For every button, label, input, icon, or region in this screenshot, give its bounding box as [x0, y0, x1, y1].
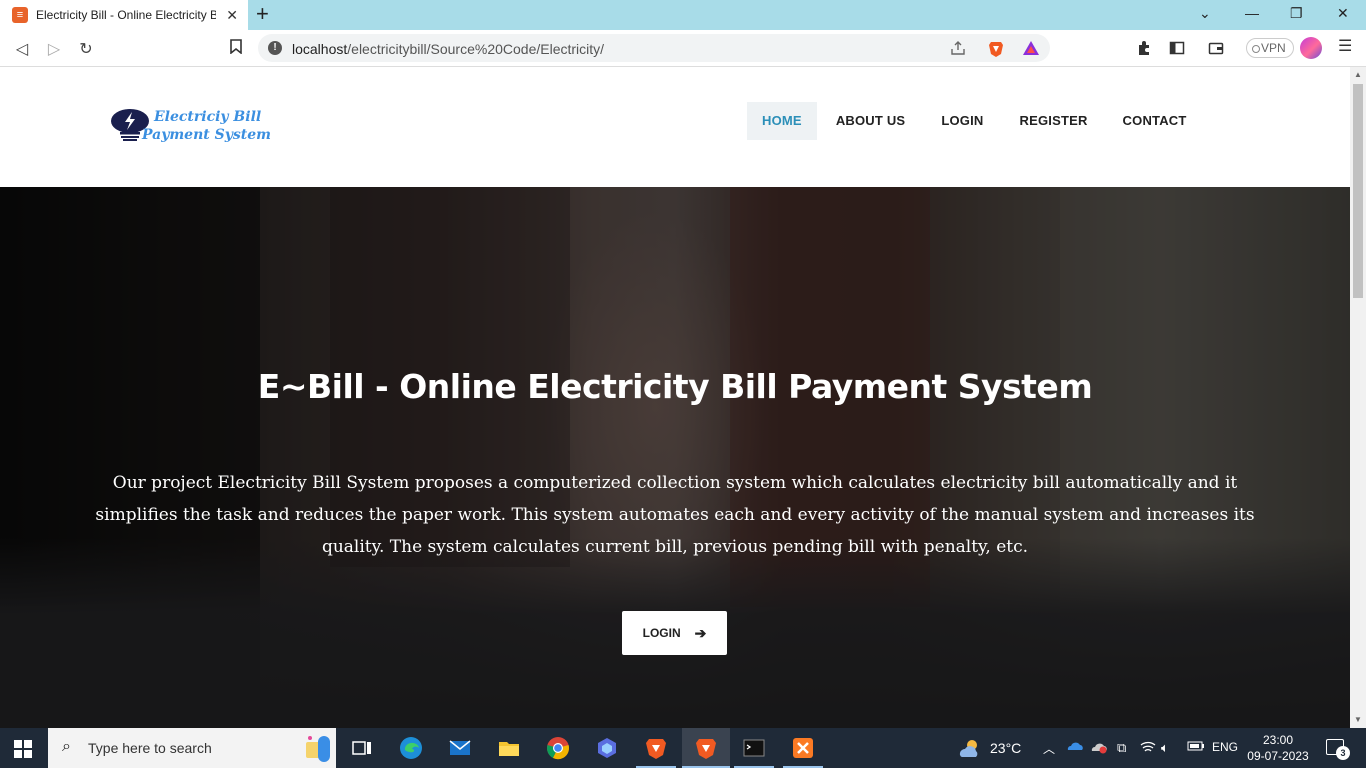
chrome-icon[interactable] [546, 736, 570, 760]
wallet-icon[interactable] [1208, 40, 1224, 56]
close-window-icon[interactable]: ✕ [1337, 5, 1349, 22]
hero-banner: E~Bill - Online Electricity Bill Payment… [0, 187, 1350, 728]
browser-tab-strip: ≡ Electricity Bill - Online Electricity … [0, 0, 1366, 30]
back-icon[interactable]: ◁ [12, 39, 32, 59]
close-tab-icon[interactable]: ✕ [226, 7, 238, 24]
brave-shield-icon[interactable] [988, 40, 1004, 57]
main-nav: HOME ABOUT US LOGIN REGISTER CONTACT [747, 102, 1202, 140]
scroll-down-icon[interactable]: ▼ [1354, 715, 1362, 724]
copilot-icon[interactable] [595, 736, 619, 760]
hero-login-label: LOGIN [642, 626, 681, 640]
logo-text-line1: Electriciy Bill [154, 109, 262, 125]
search-highlight-icon [306, 736, 330, 762]
scrollbar-thumb[interactable] [1353, 84, 1363, 298]
wifi-icon[interactable] [1140, 740, 1156, 757]
forward-icon[interactable]: ▷ [44, 39, 64, 59]
browser-menu-icon[interactable]: ☰ [1338, 36, 1352, 56]
nav-login[interactable]: LOGIN [926, 102, 998, 140]
brave-rewards-icon[interactable] [1022, 40, 1039, 56]
brave-active-window-icon[interactable] [694, 736, 718, 760]
page-scrollbar[interactable]: ▲ ▼ [1350, 67, 1366, 728]
site-header: Electriciy Bill Payment System HOME ABOU… [0, 67, 1350, 187]
edge-browser-icon[interactable] [399, 736, 423, 760]
scroll-up-icon[interactable]: ▲ [1354, 70, 1362, 79]
notification-center-icon[interactable]: 3 [1326, 739, 1350, 760]
language-indicator[interactable]: ENG [1212, 740, 1238, 754]
taskbar-clock[interactable]: 23:00 09-07-2023 [1246, 732, 1310, 764]
nav-about-us[interactable]: ABOUT US [821, 102, 921, 140]
weather-temperature[interactable]: 23°C [990, 740, 1021, 756]
reload-icon[interactable]: ↻ [76, 39, 96, 59]
file-explorer-icon[interactable] [497, 736, 521, 760]
url-text: localhost/electricitybill/Source%20Code/… [292, 41, 605, 57]
hero-title: E~Bill - Online Electricity Bill Payment… [257, 367, 1093, 406]
tab-title: Electricity Bill - Online Electricity Bi… [36, 8, 216, 22]
onedrive-icon[interactable] [1066, 740, 1084, 755]
browser-tab[interactable]: ≡ Electricity Bill - Online Electricity … [0, 0, 248, 30]
share-icon[interactable] [950, 40, 966, 56]
vpn-button[interactable]: VPN [1246, 38, 1294, 58]
battery-icon[interactable] [1187, 740, 1205, 755]
site-logo[interactable]: Electriciy Bill Payment System [110, 107, 280, 147]
address-bar[interactable]: ! localhost/electricitybill/Source%20Cod… [258, 34, 1050, 62]
hero-description: Our project Electricity Bill System prop… [95, 473, 1255, 557]
taskbar-search-box[interactable]: ⌕ Type here to search [48, 728, 336, 768]
logo-text-line2: Payment System [142, 127, 271, 143]
tab-search-chevron-icon[interactable]: ⌄ [1199, 5, 1211, 22]
profile-avatar-icon[interactable] [1300, 37, 1322, 59]
task-view-icon[interactable] [350, 736, 374, 760]
search-icon: ⌕ [62, 738, 71, 755]
windows-start-icon[interactable] [14, 740, 32, 758]
browser-toolbar: ◁ ▷ ↻ ! localhost/electricitybill/Source… [0, 30, 1366, 67]
show-hidden-icons-icon[interactable]: ︿ [1043, 740, 1055, 757]
web-page: Electriciy Bill Payment System HOME ABOU… [0, 67, 1350, 728]
site-favicon-icon: ≡ [12, 7, 28, 23]
sidebar-icon[interactable] [1169, 40, 1185, 56]
cloud-error-icon[interactable] [1090, 740, 1108, 757]
terminal-icon[interactable] [742, 736, 766, 760]
nav-home[interactable]: HOME [747, 102, 817, 140]
clock-time: 23:00 [1262, 733, 1294, 747]
site-info-icon[interactable]: ! [268, 41, 282, 55]
volume-icon[interactable]: 🔈︎ [1161, 740, 1169, 756]
xampp-icon[interactable] [791, 736, 815, 760]
nav-contact[interactable]: CONTACT [1108, 102, 1202, 140]
meet-now-icon[interactable]: ⧉ [1117, 740, 1126, 756]
notification-count-badge: 3 [1336, 746, 1350, 760]
mail-icon[interactable] [448, 736, 472, 760]
bookmark-icon[interactable] [226, 39, 246, 59]
weather-icon[interactable] [956, 737, 982, 762]
extensions-icon[interactable] [1136, 40, 1152, 56]
taskbar-search-placeholder: Type here to search [88, 740, 212, 756]
nav-register[interactable]: REGISTER [1004, 102, 1102, 140]
brave-taskbar-icon[interactable] [644, 736, 668, 760]
restore-icon[interactable]: ❐ [1290, 5, 1303, 22]
minimize-icon[interactable]: — [1245, 5, 1259, 21]
hero-login-button[interactable]: LOGIN ➔ [622, 611, 727, 655]
arrow-right-icon: ➔ [694, 624, 707, 641]
windows-taskbar: ⌕ Type here to search 23°C ︿ ⧉ 🔈︎ ENG 23… [0, 728, 1366, 768]
clock-date: 09-07-2023 [1247, 749, 1309, 763]
new-tab-icon[interactable]: + [256, 3, 269, 25]
